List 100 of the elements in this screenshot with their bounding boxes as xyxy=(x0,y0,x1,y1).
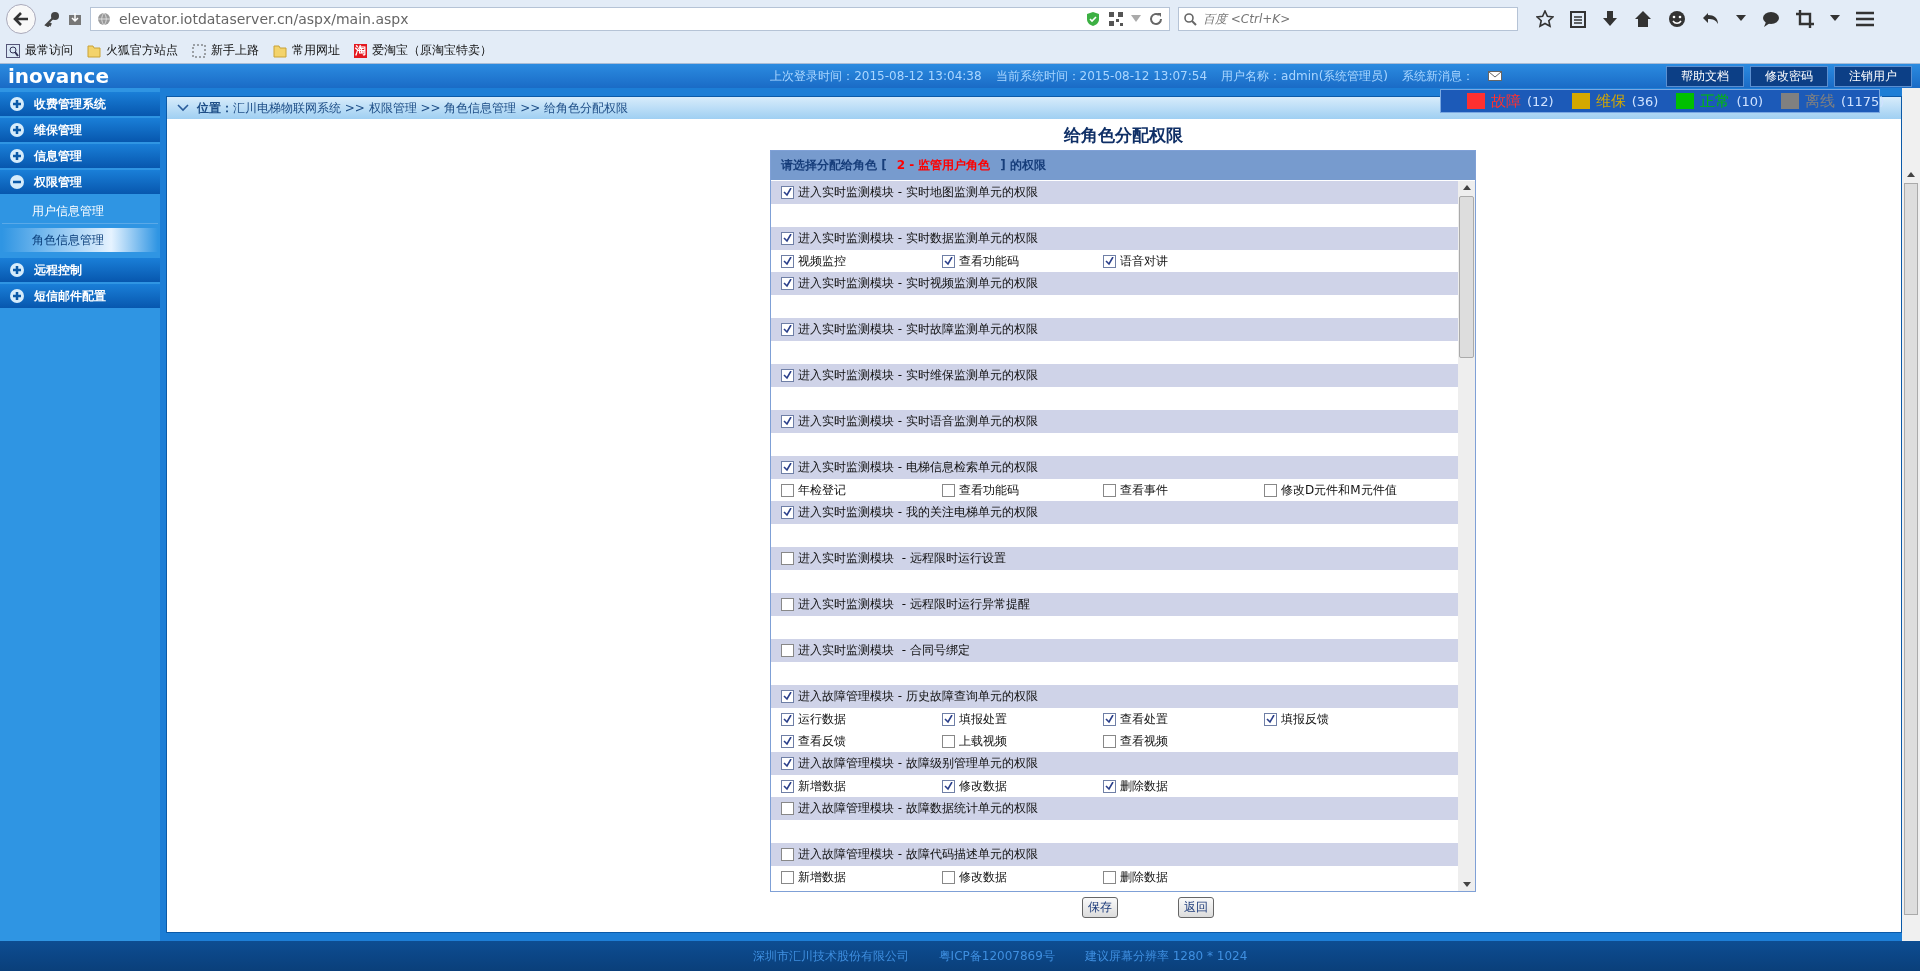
shield-icon[interactable] xyxy=(1085,11,1101,27)
logo: inovance xyxy=(8,65,110,87)
checkbox[interactable] xyxy=(781,690,794,703)
checkbox[interactable] xyxy=(781,598,794,611)
header-button[interactable]: 帮助文档 xyxy=(1666,65,1744,87)
dropdown-icon[interactable] xyxy=(1736,15,1746,23)
scrollbar[interactable] xyxy=(1458,181,1475,891)
permission-label: 进入故障管理模块 - 故障数据统计单元的权限 xyxy=(798,800,1038,817)
search-field[interactable]: 百度 <Ctrl+K> xyxy=(1178,7,1518,31)
checkbox[interactable] xyxy=(781,254,794,268)
status-count: (36) xyxy=(1631,93,1659,109)
scroll-up-icon[interactable] xyxy=(1907,172,1915,177)
reload-icon[interactable] xyxy=(1149,12,1163,26)
header-button[interactable]: 注销用户 xyxy=(1834,65,1912,87)
bookmark[interactable]: 淘 爱淘宝（原淘宝特卖） xyxy=(354,42,492,59)
dropdown-icon[interactable] xyxy=(1830,15,1840,23)
menu-item[interactable]: 短信邮件配置 xyxy=(0,284,160,308)
menu-icon[interactable] xyxy=(1856,11,1874,27)
option-label: 修改数据 xyxy=(959,777,1007,795)
checkbox[interactable] xyxy=(781,232,794,245)
checkbox[interactable] xyxy=(781,644,794,657)
checkbox[interactable] xyxy=(942,734,955,748)
address-bar[interactable]: elevator.iotdataserver.cn/aspx/main.aspx xyxy=(90,7,1170,31)
menu-item[interactable]: 信息管理 xyxy=(0,144,160,168)
option-label: 运行数据 xyxy=(798,710,846,728)
checkbox[interactable] xyxy=(1103,734,1116,748)
download-icon[interactable] xyxy=(1602,10,1618,28)
icp-text: 粤ICP备12007869号 xyxy=(938,947,1055,965)
menu-item[interactable]: 远程控制 xyxy=(0,258,160,282)
checkbox[interactable] xyxy=(781,186,794,199)
checkbox[interactable] xyxy=(781,757,794,770)
form-button[interactable]: 返回 xyxy=(1178,897,1214,918)
download-box-icon[interactable] xyxy=(68,12,82,26)
checkbox[interactable] xyxy=(1103,254,1116,268)
checkbox[interactable] xyxy=(781,277,794,290)
checkbox[interactable] xyxy=(1103,779,1116,793)
status-label: 正常 xyxy=(1700,91,1731,111)
star-icon[interactable] xyxy=(1536,10,1554,28)
checkbox[interactable] xyxy=(1264,483,1277,497)
checkbox[interactable] xyxy=(781,552,794,565)
bookmark[interactable]: 新手上路 xyxy=(192,42,259,59)
header-button[interactable]: 修改密码 xyxy=(1750,65,1828,87)
checkbox[interactable] xyxy=(1103,483,1116,497)
checkbox[interactable] xyxy=(781,848,794,861)
page-scrollbar[interactable] xyxy=(1902,88,1920,941)
form-button[interactable]: 保存 xyxy=(1082,897,1118,918)
option-label: 删除数据 xyxy=(1120,777,1168,795)
permission-label: 进入实时监测模块 - 我的关注电梯单元的权限 xyxy=(798,504,1038,521)
checkbox[interactable] xyxy=(781,461,794,474)
checkbox[interactable] xyxy=(942,870,955,884)
menu-item[interactable]: 维保管理 xyxy=(0,118,160,142)
home-icon[interactable] xyxy=(1634,10,1652,28)
scroll-up-icon[interactable] xyxy=(1462,185,1471,190)
checkbox[interactable] xyxy=(781,369,794,382)
clipboard-icon[interactable] xyxy=(1570,10,1586,28)
bookmark[interactable]: 火狐官方站点 xyxy=(87,42,178,59)
scroll-thumb[interactable] xyxy=(1904,183,1918,915)
option-label: 年检登记 xyxy=(798,481,846,499)
checkbox[interactable] xyxy=(781,506,794,519)
checkbox[interactable] xyxy=(942,712,955,726)
option-label: 填报处置 xyxy=(959,710,1007,728)
option-label: 查看功能码 xyxy=(959,252,1019,270)
envelope-icon[interactable] xyxy=(1488,71,1502,81)
menu-item[interactable]: 收费管理系统 xyxy=(0,92,160,116)
scroll-down-icon[interactable] xyxy=(1462,882,1471,887)
permission-label: 进入实时监测模块 - 远程限时运行设置 xyxy=(798,550,1006,567)
option-label: 删除数据 xyxy=(1120,868,1168,886)
checkbox[interactable] xyxy=(942,779,955,793)
key-icon[interactable] xyxy=(44,11,60,27)
company-text: 深圳市汇川技术股份有限公司 xyxy=(752,947,909,965)
permission-label: 进入实时监测模块 - 远程限时运行异常提醒 xyxy=(798,596,1030,613)
checkbox[interactable] xyxy=(781,779,794,793)
crop-icon[interactable] xyxy=(1796,10,1814,28)
checkbox[interactable] xyxy=(781,323,794,336)
checkbox[interactable] xyxy=(1264,712,1277,726)
checkbox[interactable] xyxy=(781,802,794,815)
checkbox[interactable] xyxy=(781,483,794,497)
menu-item[interactable]: 权限管理 xyxy=(0,170,160,194)
submenu-item[interactable]: 角色信息管理 xyxy=(2,228,158,252)
qr-code-icon[interactable] xyxy=(1109,12,1123,26)
bookmark[interactable]: 常用网址 xyxy=(273,42,340,59)
checkbox[interactable] xyxy=(781,712,794,726)
resolution-text: 建议屏幕分辨率 1280 * 1024 xyxy=(1084,947,1248,965)
checkbox[interactable] xyxy=(1103,712,1116,726)
smiley-icon[interactable] xyxy=(1668,10,1686,28)
scroll-thumb[interactable] xyxy=(1459,196,1474,358)
checkbox[interactable] xyxy=(781,415,794,428)
chat-bubble-icon[interactable] xyxy=(1762,10,1780,28)
option-label: 填报反馈 xyxy=(1281,710,1329,728)
checkbox[interactable] xyxy=(781,870,794,884)
checkbox[interactable] xyxy=(942,254,955,268)
checkbox[interactable] xyxy=(1103,870,1116,884)
bookmark[interactable]: 最常访问 xyxy=(6,42,73,59)
status-count: (10) xyxy=(1736,93,1764,109)
back-button[interactable] xyxy=(6,4,36,34)
checkbox[interactable] xyxy=(942,483,955,497)
option-label: 查看事件 xyxy=(1120,481,1168,499)
folder-icon xyxy=(87,43,101,58)
checkbox[interactable] xyxy=(781,734,794,748)
option-label: 上载视频 xyxy=(959,732,1007,750)
